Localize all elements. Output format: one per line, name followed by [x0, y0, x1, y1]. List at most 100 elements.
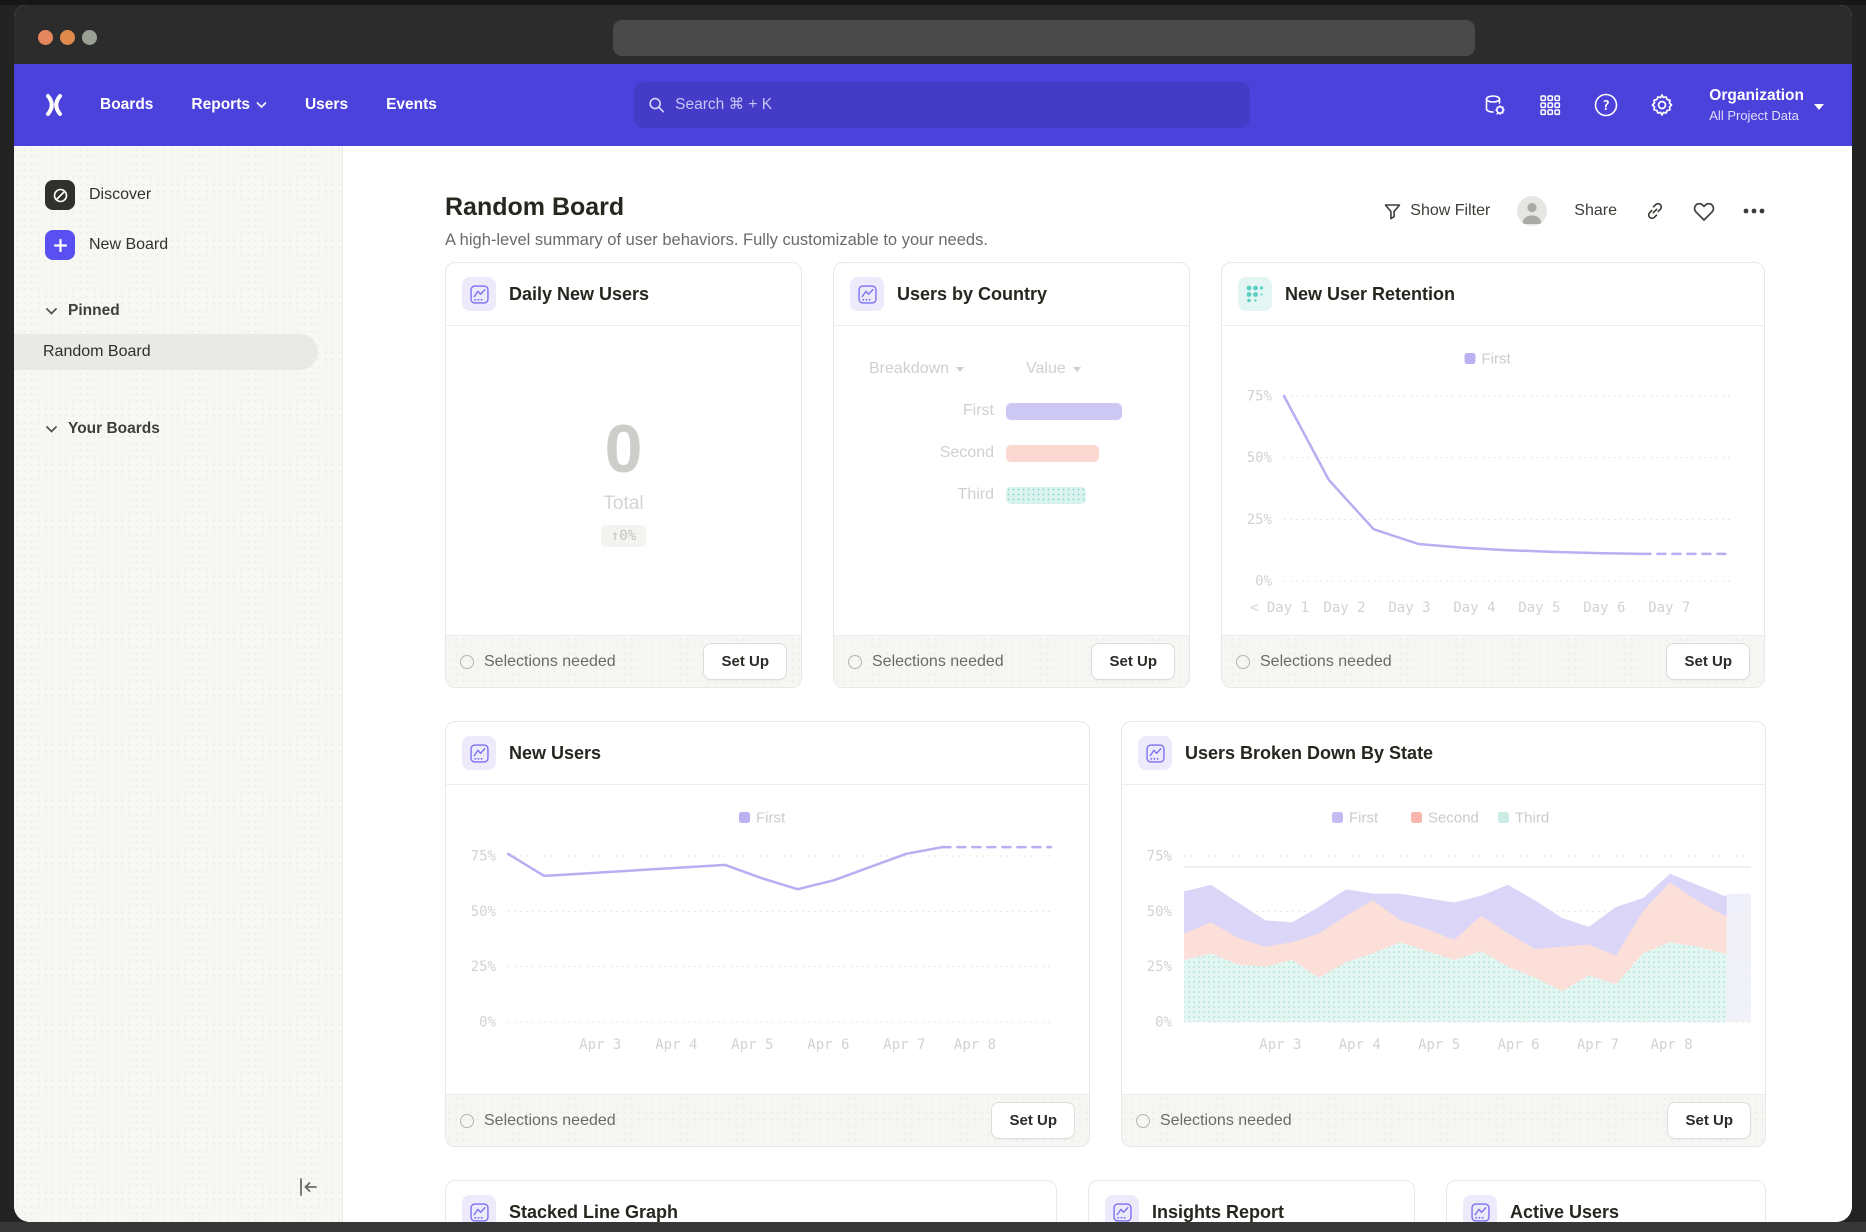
metric-label: Total [603, 493, 643, 515]
copy-link-button[interactable] [1644, 200, 1666, 222]
apps-grid-icon[interactable] [1537, 92, 1563, 118]
avatar[interactable] [1517, 196, 1547, 226]
svg-text:25%: 25% [1247, 512, 1273, 528]
svg-text:75%: 75% [1147, 849, 1173, 865]
card-title: Daily New Users [509, 284, 649, 305]
empty-circle-icon [460, 655, 474, 669]
breakdown-dropdown[interactable]: Breakdown [869, 360, 964, 378]
svg-text:?: ? [1602, 99, 1610, 114]
svg-text:0%: 0% [479, 1015, 496, 1031]
chevron-down-icon [956, 367, 964, 372]
card-new-user-retention: New User Retention 75%50%25%0%< Day 1Day… [1221, 262, 1765, 688]
mixpanel-logo[interactable] [42, 93, 66, 117]
nav-item-events[interactable]: Events [386, 96, 437, 114]
svg-text:50%: 50% [1147, 904, 1173, 920]
card-insights-report: Insights Report [1088, 1180, 1415, 1222]
window-zoom-button[interactable] [82, 30, 97, 45]
table-row: First [834, 402, 1189, 420]
status-badge: Selections needed [1136, 1112, 1292, 1130]
card-users-by-country: Users by Country Breakdown Value First S… [833, 262, 1190, 688]
search-input[interactable] [675, 96, 1236, 114]
svg-text:First: First [1482, 351, 1512, 368]
svg-text:Apr 6: Apr 6 [807, 1037, 849, 1053]
insights-chart-icon [1463, 1195, 1497, 1222]
global-search[interactable] [634, 82, 1250, 128]
svg-text:Day 6: Day 6 [1583, 600, 1625, 616]
svg-text:75%: 75% [471, 849, 497, 865]
value-dropdown[interactable]: Value [1026, 360, 1081, 378]
svg-text:25%: 25% [1147, 959, 1173, 975]
board-main: Random Board A high-level summary of use… [343, 146, 1852, 1222]
favorite-button[interactable] [1693, 200, 1715, 222]
page-title: Random Board [445, 193, 988, 222]
section-label: Pinned [68, 302, 120, 320]
setup-button[interactable]: Set Up [991, 1102, 1075, 1139]
window-minimize-button[interactable] [60, 30, 75, 45]
svg-text:Day 5: Day 5 [1518, 600, 1560, 616]
setup-button[interactable]: Set Up [703, 643, 787, 680]
sidebar-collapse-button[interactable] [296, 1175, 320, 1204]
card-title: Users by Country [897, 284, 1047, 305]
nav-item-users[interactable]: Users [305, 96, 348, 114]
setup-button[interactable]: Set Up [1666, 643, 1750, 680]
org-name: Organization [1709, 87, 1804, 105]
search-icon [648, 96, 665, 114]
address-bar[interactable] [613, 20, 1475, 56]
svg-text:75%: 75% [1247, 389, 1273, 405]
plus-icon [45, 230, 75, 260]
window-close-button[interactable] [38, 30, 53, 45]
org-switcher[interactable]: Organization All Project Data [1709, 87, 1824, 123]
setup-button[interactable]: Set Up [1091, 643, 1175, 680]
more-options-button[interactable] [1742, 207, 1766, 215]
svg-text:First: First [1349, 810, 1379, 827]
svg-text:Apr 7: Apr 7 [883, 1037, 925, 1053]
data-management-icon[interactable] [1481, 92, 1507, 118]
svg-text:Day 4: Day 4 [1453, 600, 1495, 616]
setup-button[interactable]: Set Up [1667, 1102, 1751, 1139]
card-stacked-line-graph: Stacked Line Graph [445, 1180, 1057, 1222]
svg-text:Apr 4: Apr 4 [1339, 1037, 1381, 1053]
sidebar-item-label: New Board [89, 236, 168, 254]
share-button[interactable]: Share [1574, 202, 1617, 220]
browser-window: Boards Reports Users Events [14, 5, 1852, 1222]
link-icon [1644, 200, 1666, 222]
nav-item-reports[interactable]: Reports [191, 96, 267, 114]
collapse-left-icon [296, 1175, 320, 1199]
insights-chart-icon [1105, 1195, 1139, 1222]
status-badge: Selections needed [460, 653, 616, 671]
sidebar-section-your-boards[interactable]: Your Boards [45, 420, 342, 438]
card-title: Insights Report [1152, 1202, 1284, 1223]
card-users-by-state: Users Broken Down By State 75%50%25%0%Ap… [1121, 721, 1766, 1147]
svg-text:Apr 3: Apr 3 [1259, 1037, 1301, 1053]
window-frame-bottom [0, 1222, 1866, 1232]
svg-text:Apr 5: Apr 5 [731, 1037, 773, 1053]
table-row: Second [834, 444, 1189, 462]
help-icon[interactable]: ? [1593, 92, 1619, 118]
sidebar-section-pinned[interactable]: Pinned [45, 302, 342, 320]
card-title: New Users [509, 743, 601, 764]
row-label: First [834, 402, 994, 420]
svg-text:Apr 8: Apr 8 [1651, 1037, 1693, 1053]
svg-text:Day 3: Day 3 [1388, 600, 1430, 616]
sidebar-item-new-board[interactable]: New Board [45, 230, 342, 260]
retention-grid-icon [1238, 277, 1272, 311]
svg-text:50%: 50% [471, 904, 497, 920]
svg-text:Apr 3: Apr 3 [579, 1037, 621, 1053]
svg-text:Third: Third [1515, 810, 1549, 827]
insights-chart-icon [462, 736, 496, 770]
chevron-down-icon [1073, 367, 1081, 372]
empty-circle-icon [1236, 655, 1250, 669]
sidebar-item-discover[interactable]: Discover [45, 180, 342, 210]
board-actions: Show Filter Share [1384, 193, 1766, 226]
show-filter-button[interactable]: Show Filter [1384, 202, 1490, 220]
chevron-down-icon [256, 101, 267, 109]
sidebar-item-random-board[interactable]: Random Board [14, 334, 318, 370]
discover-compass-icon [45, 180, 75, 210]
svg-text:Second: Second [1428, 810, 1479, 827]
svg-text:Apr 5: Apr 5 [1418, 1037, 1460, 1053]
svg-text:0%: 0% [1155, 1015, 1172, 1031]
nav-item-boards[interactable]: Boards [100, 96, 153, 114]
new-users-line-chart: 75%50%25%0%Apr 3Apr 4Apr 5Apr 6Apr 7Apr … [446, 785, 1089, 1094]
settings-gear-icon[interactable] [1649, 92, 1675, 118]
svg-text:50%: 50% [1247, 450, 1273, 466]
